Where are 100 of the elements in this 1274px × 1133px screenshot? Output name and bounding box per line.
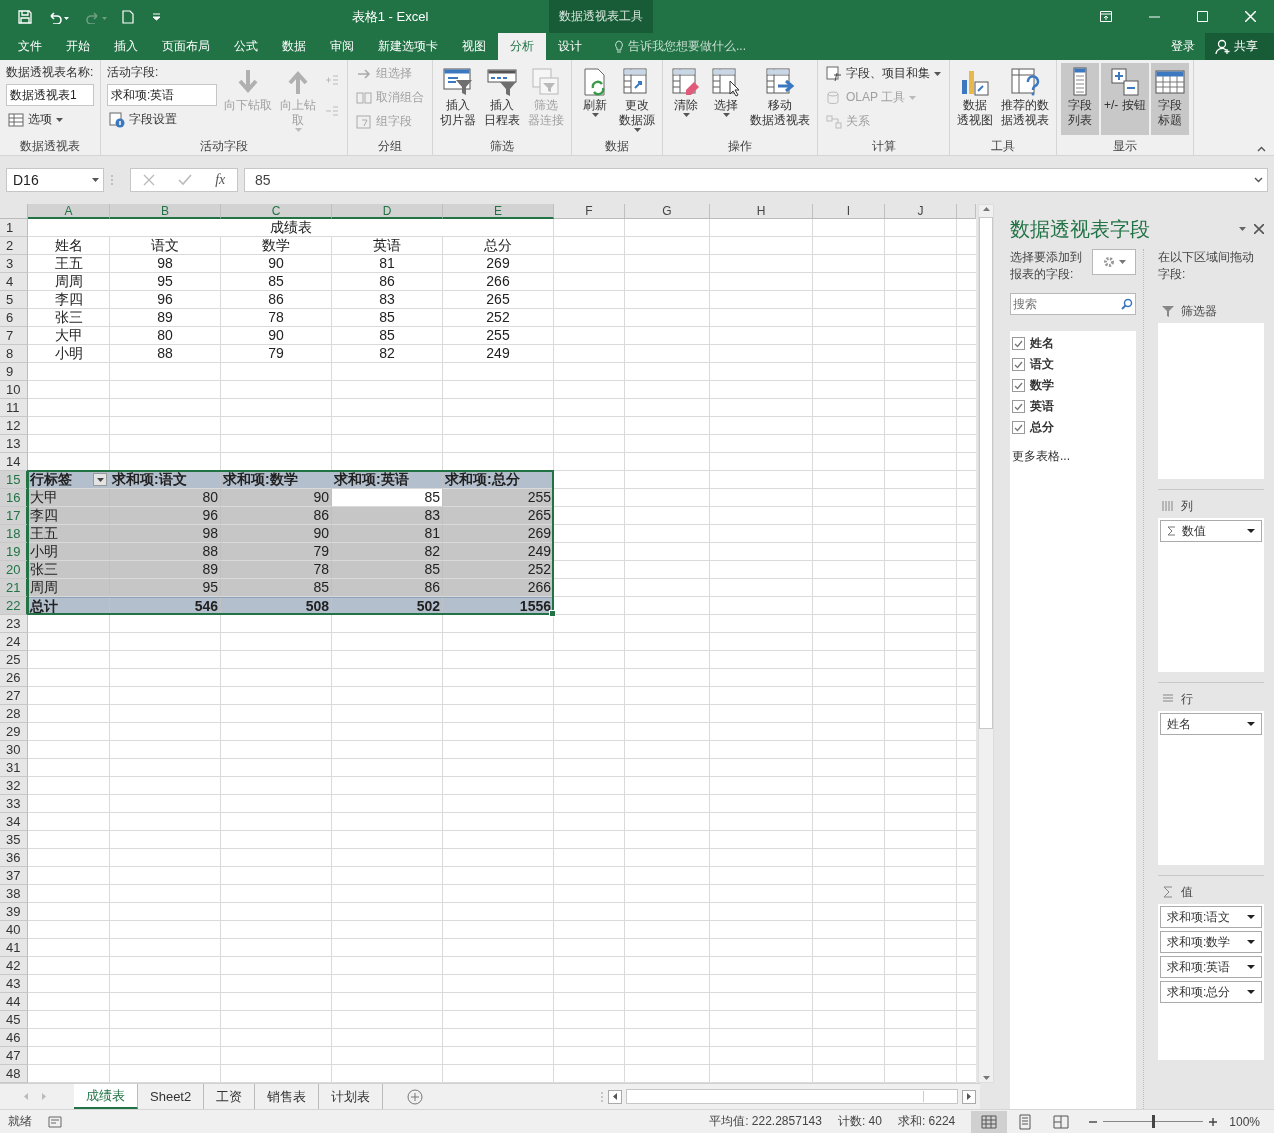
ribbon-button[interactable]: 数据 透视图 (954, 63, 996, 135)
checkbox[interactable] (1012, 358, 1025, 371)
ribbon-button[interactable]: 字段 列表 (1061, 63, 1099, 135)
row-header[interactable]: 48 (0, 1065, 28, 1083)
row-header[interactable]: 38 (0, 885, 28, 903)
row-header[interactable]: 18 (0, 525, 28, 543)
ribbon-tab[interactable]: 设计 (546, 33, 594, 60)
zoom-thumb[interactable] (1152, 1115, 1156, 1128)
row-header[interactable]: 43 (0, 975, 28, 993)
column-header[interactable]: D (332, 204, 443, 219)
drop-area[interactable]: 求和项:语文 求和项:数学 求和项:英语 求和项:总分 (1158, 904, 1264, 1060)
ribbon-button[interactable]: 插入 日程表 (481, 63, 523, 135)
row-header[interactable]: 27 (0, 687, 28, 705)
area-field-button[interactable]: 数值 (1160, 520, 1262, 542)
ribbon-button[interactable]: 移动 数据透视表 (747, 63, 813, 135)
row-header[interactable]: 45 (0, 1011, 28, 1029)
view-button[interactable] (971, 1110, 1008, 1133)
row-header[interactable]: 35 (0, 831, 28, 849)
row-header[interactable]: 24 (0, 633, 28, 651)
row-header[interactable]: 10 (0, 381, 28, 399)
column-header[interactable]: J (885, 204, 957, 219)
area-field-button[interactable]: 求和项:语文 (1160, 906, 1262, 928)
column-header[interactable]: F (554, 204, 625, 219)
row-header[interactable]: 19 (0, 543, 28, 561)
checkbox[interactable] (1012, 421, 1025, 434)
row-header[interactable]: 13 (0, 435, 28, 453)
row-header[interactable]: 7 (0, 327, 28, 345)
ribbon-tab[interactable]: 分析 (498, 33, 546, 60)
row-header[interactable]: 5 (0, 291, 28, 309)
text-input-field[interactable]: 数据透视表1 (6, 84, 94, 106)
checkbox[interactable] (1012, 379, 1025, 392)
column-header[interactable]: B (110, 204, 221, 219)
column-header[interactable]: H (710, 204, 813, 219)
ribbon-button[interactable]: 选择 (707, 63, 745, 135)
row-header[interactable]: 15 (0, 471, 28, 489)
ribbon-tab[interactable]: 审阅 (318, 33, 366, 60)
column-header[interactable]: E (443, 204, 554, 219)
row-header[interactable]: 37 (0, 867, 28, 885)
ribbon-small-button[interactable]: 字段设置 (107, 109, 217, 130)
area-field-button[interactable]: 求和项:总分 (1160, 981, 1262, 1003)
row-header[interactable]: 28 (0, 705, 28, 723)
row-header[interactable]: 39 (0, 903, 28, 921)
search-field[interactable]: 搜索 (1010, 293, 1136, 315)
field-label[interactable]: 语文 (1030, 356, 1054, 373)
collapse-ribbon-button[interactable] (1257, 146, 1266, 152)
row-header[interactable]: 16 (0, 489, 28, 507)
text-input-field[interactable]: 求和项:英语 (107, 84, 217, 106)
field-label[interactable]: 姓名 (1030, 335, 1054, 352)
area-field-button[interactable]: 求和项:数学 (1160, 931, 1262, 953)
row-header[interactable]: 17 (0, 507, 28, 525)
row-header[interactable]: 1 (0, 219, 28, 237)
horizontal-scrollbar[interactable] (626, 1089, 958, 1104)
row-header[interactable]: 31 (0, 759, 28, 777)
ribbon-tab[interactable]: 数据 (270, 33, 318, 60)
drop-area[interactable]: 数值 (1158, 518, 1264, 672)
sheet-tab[interactable]: 成绩表 (74, 1084, 138, 1109)
field-label[interactable]: 英语 (1030, 398, 1054, 415)
ribbon-tab[interactable]: 插入 (102, 33, 150, 60)
row-header[interactable]: 30 (0, 741, 28, 759)
row-header[interactable]: 44 (0, 993, 28, 1011)
row-header[interactable]: 12 (0, 417, 28, 435)
row-header[interactable]: 11 (0, 399, 28, 417)
pane-options-button[interactable] (1239, 225, 1246, 233)
column-header[interactable]: G (625, 204, 710, 219)
ribbon-tab[interactable]: 视图 (450, 33, 498, 60)
zoom-in-button[interactable] (1209, 1117, 1218, 1126)
row-header[interactable]: 9 (0, 363, 28, 381)
ribbon-small-button[interactable]: 选项 (6, 109, 94, 130)
row-header[interactable]: 21 (0, 579, 28, 597)
tools-button[interactable] (1092, 249, 1136, 275)
area-field-button[interactable]: 求和项:英语 (1160, 956, 1262, 978)
row-header[interactable]: 20 (0, 561, 28, 579)
ribbon-tab[interactable]: 公式 (222, 33, 270, 60)
checkbox[interactable] (1012, 337, 1025, 350)
checkbox[interactable] (1012, 400, 1025, 413)
row-header[interactable]: 42 (0, 957, 28, 975)
ribbon-button[interactable]: +/- 按钮 (1101, 63, 1149, 135)
scroll-down-button[interactable] (982, 1074, 990, 1082)
ribbon-tab[interactable]: 新建选项卡 (366, 33, 450, 60)
formula-input[interactable]: 85 (244, 168, 1268, 192)
row-header[interactable]: 40 (0, 921, 28, 939)
field-label[interactable]: 总分 (1030, 419, 1054, 436)
row-header[interactable]: 29 (0, 723, 28, 741)
scroll-right-button[interactable] (962, 1089, 976, 1104)
column-header[interactable]: C (221, 204, 332, 219)
scroll-left-button[interactable] (608, 1089, 622, 1104)
ribbon-tab[interactable]: 开始 (54, 33, 102, 60)
row-header[interactable]: 41 (0, 939, 28, 957)
close-button[interactable] (1254, 222, 1264, 236)
ribbon-button[interactable]: 更改 数据源 (616, 63, 658, 135)
row-header[interactable]: 36 (0, 849, 28, 867)
row-header[interactable]: 32 (0, 777, 28, 795)
name-box[interactable]: D16 (6, 168, 104, 192)
ribbon-tab[interactable]: 文件 (6, 33, 54, 60)
row-header[interactable]: 14 (0, 453, 28, 471)
row-header[interactable]: 3 (0, 255, 28, 273)
row-header[interactable]: 4 (0, 273, 28, 291)
row-header[interactable]: 46 (0, 1029, 28, 1047)
ribbon-tab[interactable]: 页面布局 (150, 33, 222, 60)
more-tables-link[interactable]: 更多表格... (1012, 448, 1136, 465)
